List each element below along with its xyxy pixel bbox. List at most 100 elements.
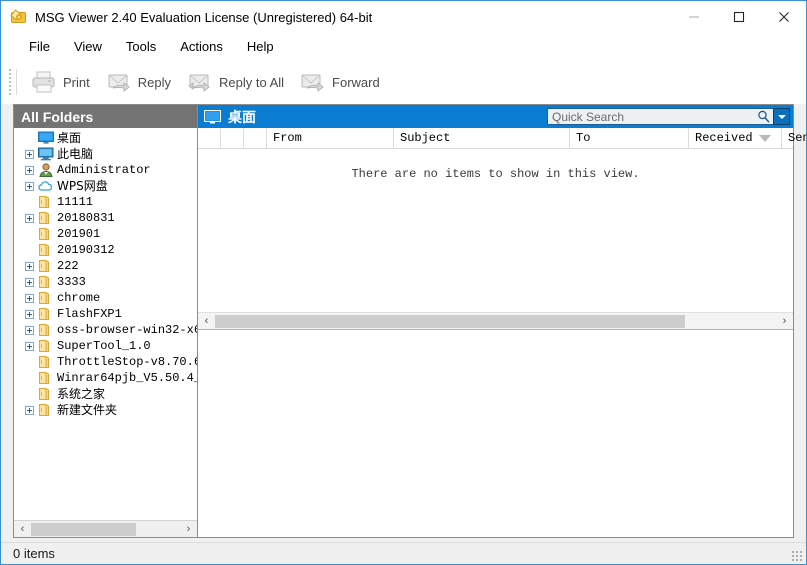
tree-indent-spacer	[25, 230, 34, 239]
expand-plus-icon[interactable]	[25, 166, 34, 175]
column-header-subject[interactable]: Subject	[394, 128, 570, 148]
forward-label: Forward	[332, 75, 380, 90]
list-scroll-thumb[interactable]	[215, 315, 685, 328]
toolbar-drag-handle[interactable]	[8, 68, 12, 96]
tree-item[interactable]: oss-browser-win32-x64	[14, 322, 197, 338]
cloud-icon	[38, 179, 54, 193]
tree-scroll-left-button[interactable]: ‹	[14, 521, 31, 537]
tree-scroll-right-button[interactable]: ›	[180, 521, 197, 537]
menu-tools[interactable]: Tools	[114, 36, 168, 57]
tree-item[interactable]: WPS网盘	[14, 178, 197, 194]
folder-tree-panel: All Folders 桌面此电脑AdministratorWPS网盘11111…	[13, 104, 198, 538]
application-window: MSG Viewer 2.40 Evaluation License (Unre…	[0, 0, 807, 565]
tree-item[interactable]: 20180831	[14, 210, 197, 226]
tree-item-label: 桌面	[57, 130, 81, 146]
tree-item[interactable]: 3333	[14, 274, 197, 290]
forward-envelope-icon	[298, 68, 328, 96]
tree-item[interactable]: Winrar64pjb_V5.50.4_Xi	[14, 370, 197, 386]
envelope-icon	[10, 8, 28, 26]
expand-plus-icon[interactable]	[25, 150, 34, 159]
message-list-hscrollbar[interactable]: ‹ ›	[198, 312, 793, 330]
list-scroll-left-button[interactable]: ‹	[198, 313, 215, 329]
reply-envelope-icon	[104, 68, 134, 96]
expand-plus-icon[interactable]	[25, 342, 34, 351]
content-area: All Folders 桌面此电脑AdministratorWPS网盘11111…	[1, 104, 806, 542]
column-header-row[interactable]: FromSubjectToReceivedSent	[198, 128, 793, 149]
quick-search-dropdown-button[interactable]	[773, 108, 790, 125]
reply-to-all-button[interactable]: Reply to All	[179, 65, 290, 99]
tree-indent-spacer	[25, 134, 34, 143]
tree-item[interactable]: 桌面	[14, 130, 197, 146]
expand-plus-icon[interactable]	[25, 310, 34, 319]
column-header-sent[interactable]: Sent	[782, 128, 807, 148]
tree-item-label: 11111	[57, 194, 93, 210]
tree-item-label: 系统之家	[57, 386, 105, 402]
tree-item[interactable]: Administrator	[14, 162, 197, 178]
column-header-icon-0[interactable]	[198, 128, 221, 148]
folder-icon	[38, 403, 54, 417]
folder-icon	[38, 211, 54, 225]
tree-item[interactable]: 系统之家	[14, 386, 197, 402]
expand-plus-icon[interactable]	[25, 182, 34, 191]
expand-plus-icon[interactable]	[25, 278, 34, 287]
folder-tree[interactable]: 桌面此电脑AdministratorWPS网盘11111201808312019…	[14, 128, 197, 519]
folder-icon	[38, 291, 54, 305]
tree-item[interactable]: 11111	[14, 194, 197, 210]
expand-plus-icon[interactable]	[25, 294, 34, 303]
tree-item-label: ThrottleStop-v8.70.6	[57, 354, 197, 370]
menu-file[interactable]: File	[17, 36, 62, 57]
folder-icon	[38, 243, 54, 257]
folder-icon	[38, 227, 54, 241]
reply-button[interactable]: Reply	[98, 65, 177, 99]
tree-item-label: SuperTool_1.0	[57, 338, 151, 354]
folder-icon	[38, 339, 54, 353]
expand-plus-icon[interactable]	[25, 326, 34, 335]
folder-tree-hscrollbar[interactable]: ‹ ›	[14, 520, 197, 537]
expand-plus-icon[interactable]	[25, 406, 34, 415]
expand-plus-icon[interactable]	[25, 262, 34, 271]
tree-item[interactable]: 此电脑	[14, 146, 197, 162]
tree-item[interactable]: 20190312	[14, 242, 197, 258]
message-list-panel: 桌面 From	[197, 104, 794, 538]
tree-item[interactable]: 新建文件夹	[14, 402, 197, 418]
menu-actions[interactable]: Actions	[168, 36, 235, 57]
column-header-icon-1[interactable]	[221, 128, 244, 148]
column-header-received[interactable]: Received	[689, 128, 782, 148]
column-header-label: Received	[695, 131, 753, 145]
tree-item[interactable]: 222	[14, 258, 197, 274]
folder-icon	[38, 275, 54, 289]
list-scroll-right-button[interactable]: ›	[776, 313, 793, 329]
column-header-to[interactable]: To	[570, 128, 689, 148]
maximize-button[interactable]	[716, 1, 761, 32]
menu-help[interactable]: Help	[235, 36, 286, 57]
quick-search-field[interactable]	[547, 108, 773, 125]
tree-item[interactable]: chrome	[14, 290, 197, 306]
resize-grip-icon[interactable]	[790, 549, 802, 561]
menu-view[interactable]: View	[62, 36, 114, 57]
tree-item-label: Administrator	[57, 162, 151, 178]
folder-icon	[38, 307, 54, 321]
forward-button[interactable]: Forward	[292, 65, 386, 99]
tree-item[interactable]: FlashFXP1	[14, 306, 197, 322]
quick-search[interactable]	[547, 108, 790, 125]
list-scroll-track[interactable]	[215, 314, 776, 329]
tree-item[interactable]: SuperTool_1.0	[14, 338, 197, 354]
tree-scroll-thumb[interactable]	[31, 523, 136, 536]
window-controls	[671, 1, 806, 33]
print-label: Print	[63, 75, 90, 90]
minimize-button[interactable]	[671, 1, 716, 32]
column-header-from[interactable]: From	[267, 128, 394, 148]
title-bar: MSG Viewer 2.40 Evaluation License (Unre…	[1, 1, 806, 33]
tree-item[interactable]: 201901	[14, 226, 197, 242]
tree-scroll-track[interactable]	[31, 522, 180, 537]
reply-label: Reply	[138, 75, 171, 90]
close-button[interactable]	[761, 1, 806, 32]
tree-item[interactable]: ThrottleStop-v8.70.6	[14, 354, 197, 370]
tree-item-label: WPS网盘	[57, 178, 108, 194]
printer-icon	[29, 68, 59, 96]
expand-plus-icon[interactable]	[25, 214, 34, 223]
print-button[interactable]: Print	[23, 65, 96, 99]
desktop-icon	[204, 110, 221, 124]
search-input[interactable]	[548, 109, 773, 125]
column-header-icon-2[interactable]	[244, 128, 267, 148]
